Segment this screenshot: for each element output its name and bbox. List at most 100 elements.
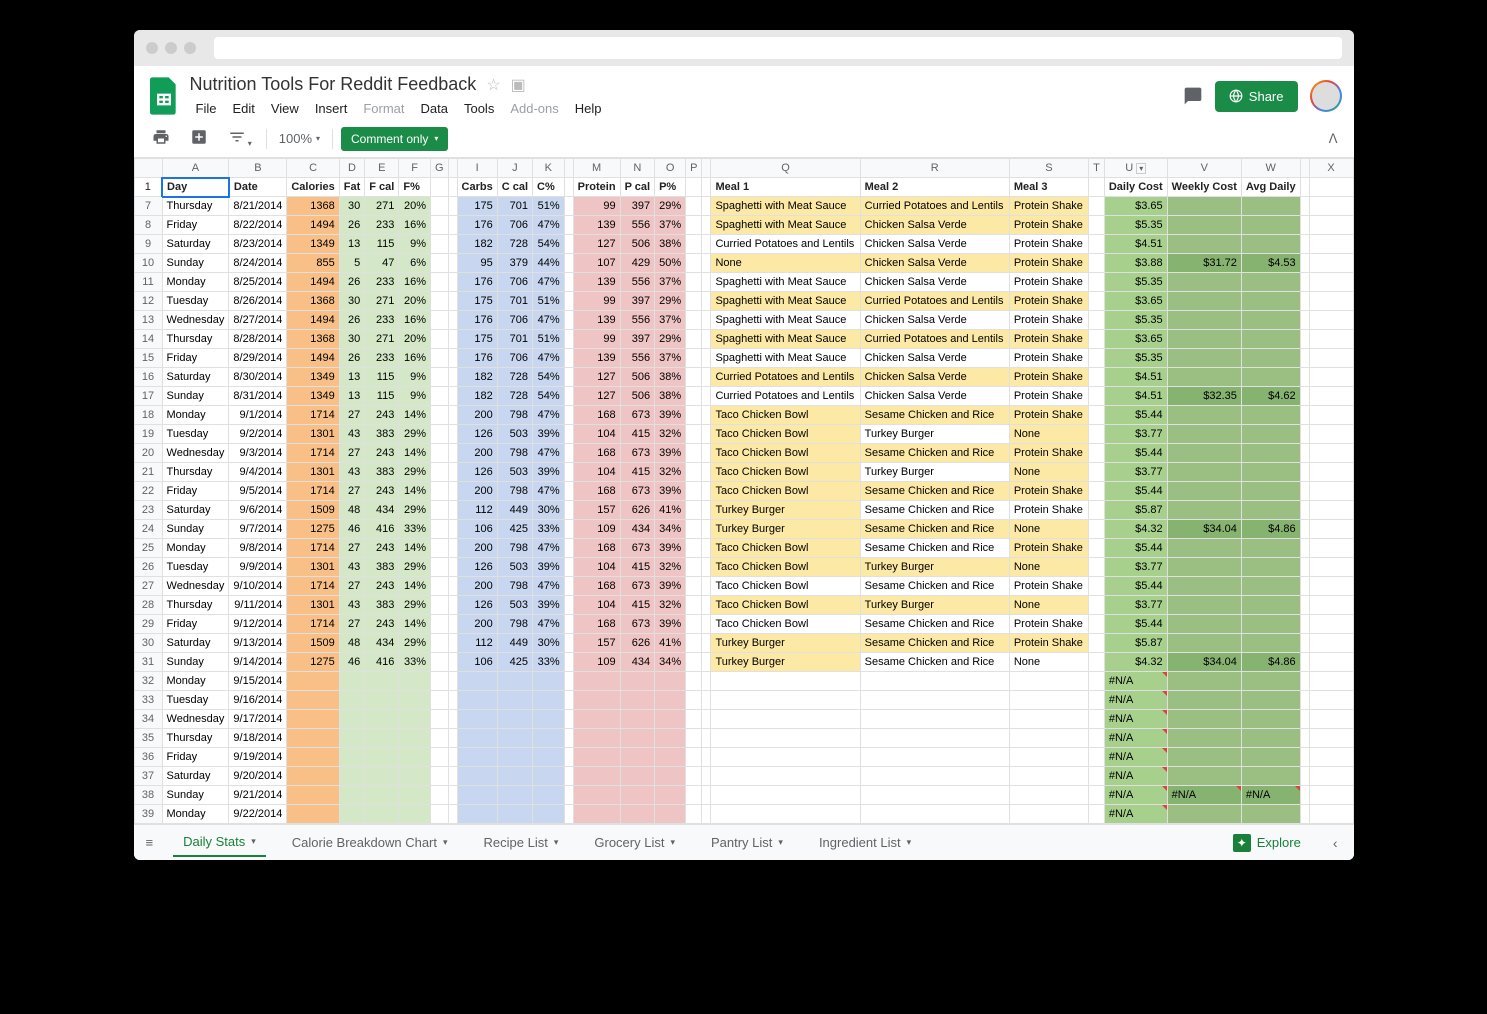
sep[interactable] [430,235,448,254]
sep[interactable] [686,577,702,596]
blank[interactable] [1309,653,1353,672]
col-header-P[interactable]: P [686,159,702,178]
blank[interactable] [448,539,457,558]
cell-meal1[interactable] [711,710,860,729]
cell-fat[interactable]: 27 [339,577,365,596]
blank[interactable] [702,425,711,444]
cell-ccal[interactable] [497,786,532,805]
cell-meal1[interactable]: Taco Chicken Bowl [711,596,860,615]
cell-fat[interactable] [339,729,365,748]
collapse-menu-icon[interactable]: ᐱ [1325,127,1342,151]
cell-cp[interactable]: 39% [533,463,565,482]
sep[interactable] [1089,748,1105,767]
blank[interactable] [1300,425,1309,444]
cell-carb[interactable] [457,729,497,748]
cell-avgdaily[interactable] [1241,482,1300,501]
filter-icon[interactable]: ▾ [222,124,258,153]
blank[interactable] [1300,330,1309,349]
cell-ccal[interactable]: 701 [497,197,532,216]
cell-ccal[interactable]: 798 [497,444,532,463]
sep[interactable] [686,501,702,520]
zoom-select[interactable]: 100%▾ [275,129,324,148]
url-bar[interactable] [214,37,1342,59]
sep[interactable] [1089,254,1105,273]
cell-weeklycost[interactable] [1167,634,1241,653]
sep[interactable] [686,273,702,292]
cell-pcal[interactable]: 506 [620,368,655,387]
sheet-tab-ingredient-list[interactable]: Ingredient List ▾ [809,828,921,857]
cell-cal[interactable]: 1494 [287,273,339,292]
cell-date[interactable]: 9/12/2014 [229,615,287,634]
cell-cp[interactable]: 47% [533,273,565,292]
cell-pcal[interactable]: 415 [620,463,655,482]
cell-pro[interactable]: 104 [573,425,620,444]
row-header[interactable]: 18 [134,406,162,425]
cell-fat[interactable]: 46 [339,653,365,672]
sep[interactable] [430,387,448,406]
sep[interactable] [1089,463,1105,482]
row-header[interactable]: 9 [134,235,162,254]
blank[interactable] [448,387,457,406]
cell-cp[interactable]: 47% [533,539,565,558]
cell-avgdaily[interactable] [1241,197,1300,216]
col-header-W[interactable]: W [1241,159,1300,178]
cell-date[interactable]: 9/21/2014 [229,786,287,805]
menu-data[interactable]: Data [415,99,454,118]
cell-cal[interactable]: 1494 [287,311,339,330]
cell-pcal[interactable]: 556 [620,216,655,235]
sep[interactable] [686,805,702,824]
cell-ccal[interactable]: 728 [497,387,532,406]
cell-ccal[interactable] [497,748,532,767]
cell-pcal[interactable]: 556 [620,273,655,292]
select-all-corner[interactable] [134,159,162,178]
cell-meal1[interactable]: Spaghetti with Meat Sauce [711,330,860,349]
blank[interactable] [1300,558,1309,577]
cell-dailycost[interactable]: #N/A [1104,672,1167,691]
blank[interactable] [702,672,711,691]
sep[interactable] [686,710,702,729]
cell-ccal[interactable]: 449 [497,501,532,520]
cell-fat[interactable] [339,710,365,729]
cell-meal1[interactable]: None [711,254,860,273]
cell-carb[interactable]: 200 [457,482,497,501]
blank[interactable] [702,463,711,482]
sep[interactable] [430,767,448,786]
cell-dailycost[interactable]: $4.51 [1104,368,1167,387]
cell-avgdaily[interactable] [1241,577,1300,596]
cell-avgdaily[interactable] [1241,596,1300,615]
cell-fp[interactable]: 33% [399,653,431,672]
cell-meal2[interactable]: Chicken Salsa Verde [860,273,1009,292]
cell-fat[interactable]: 26 [339,311,365,330]
cell-meal3[interactable] [1009,805,1088,824]
cell-meal2[interactable]: Chicken Salsa Verde [860,387,1009,406]
cell-date[interactable]: 9/8/2014 [229,539,287,558]
col-header-A[interactable]: A [162,159,229,178]
cell-day[interactable]: Tuesday [162,558,229,577]
cell-date[interactable]: 9/18/2014 [229,729,287,748]
sep[interactable] [686,691,702,710]
sep[interactable] [430,406,448,425]
sep[interactable] [686,292,702,311]
cell-cal[interactable] [287,748,339,767]
cell-meal3[interactable]: Protein Shake [1009,197,1088,216]
cell-cal[interactable]: 1349 [287,368,339,387]
cell-meal2[interactable] [860,767,1009,786]
cell-cp[interactable]: 30% [533,501,565,520]
cell-fp[interactable]: 29% [399,501,431,520]
cell-avgdaily[interactable] [1241,235,1300,254]
cell-pp[interactable] [655,767,686,786]
cell-cp[interactable]: 51% [533,197,565,216]
blank[interactable] [702,387,711,406]
sep[interactable] [1089,786,1105,805]
blank[interactable] [1300,444,1309,463]
blank[interactable] [1309,254,1353,273]
cell-carb[interactable]: 200 [457,539,497,558]
share-button[interactable]: Share [1215,81,1298,112]
blank[interactable] [564,463,573,482]
blank[interactable] [1309,577,1353,596]
blank[interactable] [702,520,711,539]
sep[interactable] [686,672,702,691]
blank[interactable] [448,330,457,349]
cell-weeklycost[interactable] [1167,558,1241,577]
cell-day[interactable]: Saturday [162,235,229,254]
